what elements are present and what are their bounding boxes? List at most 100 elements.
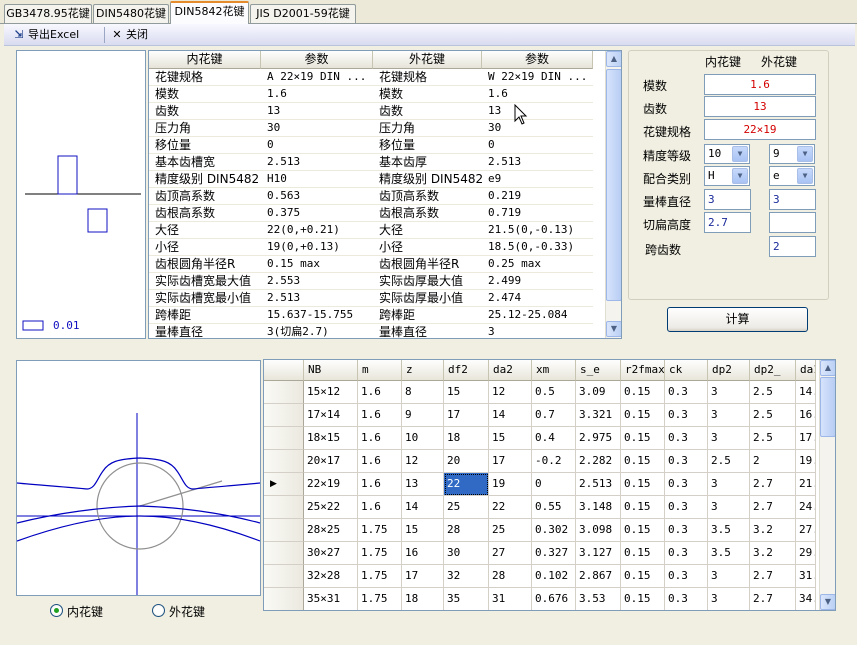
data-cell[interactable]: 22 <box>444 473 489 496</box>
param-header-1[interactable]: 参数 <box>261 51 373 69</box>
data-cell[interactable]: 32 <box>444 565 489 588</box>
data-cell[interactable]: 2.7 <box>750 588 796 610</box>
data-table-vscrollbar[interactable]: ▲ ▼ <box>819 360 835 610</box>
data-cell[interactable]: 28 <box>489 565 532 588</box>
data-cell[interactable]: 30×27 <box>304 542 358 565</box>
tab-din5480[interactable]: DIN5480花键 <box>93 4 169 23</box>
data-cell[interactable]: 0.4 <box>532 427 576 450</box>
data-cell[interactable]: 2.975 <box>576 427 621 450</box>
data-cell[interactable]: 19 <box>489 473 532 496</box>
data-cell[interactable]: 1.6 <box>358 450 402 473</box>
tab-din5842[interactable]: DIN5842花键 <box>170 1 249 24</box>
data-cell[interactable]: 31. <box>796 565 816 588</box>
data-cell[interactable]: 0.102 <box>532 565 576 588</box>
param-row[interactable]: 量棒直径 3(切扁2.7) 量棒直径 3 <box>149 324 605 338</box>
data-cell[interactable]: 0.302 <box>532 519 576 542</box>
close-button[interactable]: ✕ 关闭 <box>110 26 148 44</box>
data-cell[interactable]: 2.282 <box>576 450 621 473</box>
data-cell[interactable]: 0.3 <box>665 473 708 496</box>
data-cell[interactable]: 15 <box>402 519 444 542</box>
row-header[interactable] <box>264 542 304 565</box>
data-cell[interactable]: 2.7 <box>750 473 796 496</box>
scroll-down-icon[interactable]: ▼ <box>820 594 835 610</box>
param-header-3[interactable]: 参数 <box>482 51 593 69</box>
scroll-up-icon[interactable]: ▲ <box>606 51 621 67</box>
data-cell[interactable]: 0.3 <box>665 565 708 588</box>
radio-inner-spline[interactable] <box>50 604 63 617</box>
data-cell[interactable]: 35 <box>444 588 489 610</box>
data-cell[interactable]: 27. <box>796 519 816 542</box>
data-cell[interactable]: 30 <box>444 542 489 565</box>
data-cell[interactable]: 3.5 <box>708 519 750 542</box>
pin-diameter-outer-input[interactable]: 3 <box>769 189 816 210</box>
data-cell[interactable]: 0.15 <box>621 427 665 450</box>
data-cell[interactable]: 10 <box>402 427 444 450</box>
data-cell[interactable]: 16. <box>796 404 816 427</box>
row-header[interactable] <box>264 588 304 610</box>
param-row[interactable]: 实际齿槽宽最大值 2.553 实际齿厚最大值 2.499 <box>149 273 605 290</box>
row-header[interactable] <box>264 427 304 450</box>
current-row-indicator-icon[interactable]: ▶ <box>264 473 304 496</box>
data-cell[interactable]: 3.321 <box>576 404 621 427</box>
data-cell[interactable]: 0.676 <box>532 588 576 610</box>
data-cell[interactable]: 3.53 <box>576 588 621 610</box>
data-header-nb[interactable]: NB <box>304 360 358 381</box>
data-cell[interactable]: 1.6 <box>358 496 402 519</box>
grade-outer-select[interactable]: 9 ▼ <box>769 144 815 164</box>
pin-diameter-inner-input[interactable]: 3 <box>704 189 751 210</box>
data-cell[interactable]: 17×14 <box>304 404 358 427</box>
data-cell[interactable]: 34. <box>796 588 816 610</box>
data-cell[interactable]: 0.15 <box>621 496 665 519</box>
data-cell[interactable]: 27 <box>489 542 532 565</box>
data-cell[interactable]: 3.148 <box>576 496 621 519</box>
data-cell[interactable]: 0.15 <box>621 588 665 610</box>
data-cell[interactable]: 1.75 <box>358 542 402 565</box>
data-cell[interactable]: 2.867 <box>576 565 621 588</box>
fit-outer-select[interactable]: e ▼ <box>769 166 815 186</box>
data-header-z[interactable]: z <box>402 360 444 381</box>
data-cell[interactable]: 2.5 <box>750 427 796 450</box>
chevron-down-icon[interactable]: ▼ <box>797 168 813 184</box>
data-cell[interactable]: 18 <box>444 427 489 450</box>
data-cell[interactable]: 3.098 <box>576 519 621 542</box>
data-cell[interactable]: 15 <box>444 381 489 404</box>
data-cell[interactable]: 1.75 <box>358 565 402 588</box>
data-cell[interactable]: 17 <box>402 565 444 588</box>
data-cell[interactable]: 0.15 <box>621 519 665 542</box>
data-cell[interactable]: 22 <box>489 496 532 519</box>
data-cell[interactable]: 18×15 <box>304 427 358 450</box>
chevron-down-icon[interactable]: ▼ <box>732 168 748 184</box>
data-cell[interactable]: 17 <box>444 404 489 427</box>
data-cell[interactable]: 1.6 <box>358 427 402 450</box>
data-cell[interactable]: 35×31 <box>304 588 358 610</box>
row-header[interactable] <box>264 519 304 542</box>
data-cell[interactable]: 0.55 <box>532 496 576 519</box>
calculate-button[interactable]: 计算 <box>667 307 808 332</box>
param-row[interactable]: 小径 19(0,+0.13) 小径 18.5(0,-0.33) <box>149 239 605 256</box>
data-cell[interactable]: 0.15 <box>621 565 665 588</box>
data-header-xm[interactable]: xm <box>532 360 576 381</box>
param-row[interactable]: 精度级别 DIN5482 H10 精度级别 DIN5482 e9 <box>149 171 605 188</box>
data-cell[interactable]: 28×25 <box>304 519 358 542</box>
data-cell[interactable]: 0.15 <box>621 381 665 404</box>
data-cell[interactable]: 3 <box>708 496 750 519</box>
data-header-r2fmax[interactable]: r2fmax <box>621 360 665 381</box>
data-cell[interactable]: 28 <box>444 519 489 542</box>
param-row[interactable]: 实际齿槽宽最小值 2.513 实际齿厚最小值 2.474 <box>149 290 605 307</box>
row-header[interactable] <box>264 496 304 519</box>
data-cell[interactable]: 15 <box>489 427 532 450</box>
data-cell[interactable]: 2.5 <box>750 381 796 404</box>
data-cell[interactable]: 1.75 <box>358 519 402 542</box>
param-row[interactable]: 大径 22(0,+0.21) 大径 21.5(0,-0.13) <box>149 222 605 239</box>
data-cell[interactable]: 29. <box>796 542 816 565</box>
data-cell[interactable]: 0.15 <box>621 473 665 496</box>
data-cell[interactable]: 3 <box>708 427 750 450</box>
param-row[interactable]: 齿顶高系数 0.563 齿顶高系数 0.219 <box>149 188 605 205</box>
param-row[interactable]: 跨棒距 15.637-15.755 跨棒距 25.12-25.084 <box>149 307 605 324</box>
data-header-ck[interactable]: ck <box>665 360 708 381</box>
param-row[interactable]: 齿根圆角半径R 0.15 max 齿根圆角半径R 0.25 max <box>149 256 605 273</box>
flat-height-outer-input[interactable] <box>769 212 816 233</box>
scroll-up-icon[interactable]: ▲ <box>820 360 835 376</box>
data-cell[interactable]: 14 <box>402 496 444 519</box>
export-excel-button[interactable]: ⇲ 导出Excel <box>12 26 79 44</box>
